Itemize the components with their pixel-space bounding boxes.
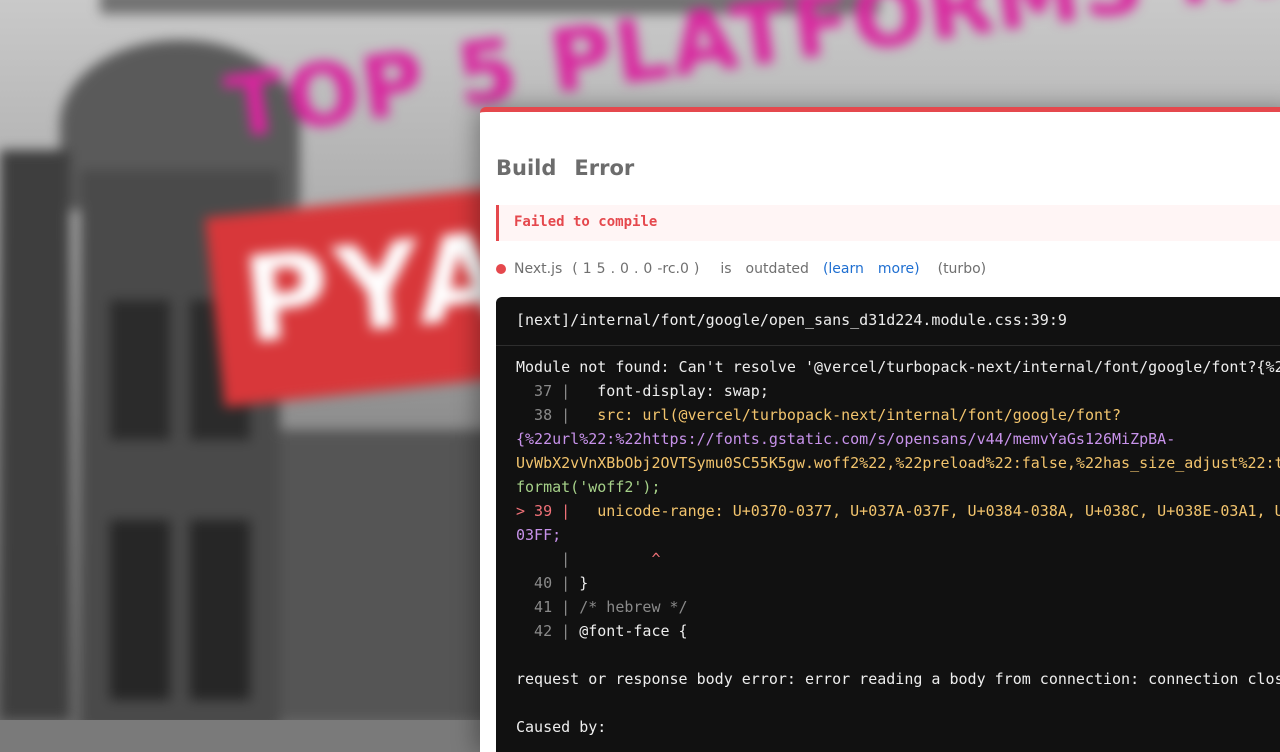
product-name: Next.js [514,261,563,277]
code-line: 38 | src: url(@vercel/turbopack-next/int… [516,406,1122,424]
error-message: Module not found: Can't resolve '@vercel… [516,358,1280,376]
version-number: (15.0.0-rc.0) [572,261,705,277]
building-window [190,520,250,700]
heading-error: Error [574,156,635,180]
building-wing [0,150,70,720]
dialog-heading: Build Error [496,156,634,180]
code-frame: Module not found: Can't resolve '@vercel… [516,355,1280,739]
building-window [110,300,170,440]
code-line: 03FF; [516,526,562,544]
building-window [110,520,170,700]
version-is: is [720,261,732,277]
version-staleness-indicator: Next.js (15.0.0-rc.0) is outdated (learn… [496,259,996,279]
divider [496,345,1280,346]
code-line: {%22url%22:%22https://fonts.gstatic.com/… [516,430,1176,448]
building-lower [280,430,500,720]
caused-by-label: Caused by: [516,718,607,736]
version-outdated: outdated [745,261,809,277]
learn-more-link[interactable]: (learn more) [823,261,920,277]
code-line: 37 | font-display: swap; [516,382,769,400]
code-line-highlighted: > 39 | unicode-range: U+0370-0377, U+037… [516,502,1280,520]
code-line: UvWbX2vVnXBbObj2OVTSymu0SC55K5gw.woff2%2… [516,454,1280,472]
error-alert: Failed to compile [496,205,1280,241]
background-banner-text: PYA [236,204,520,371]
code-pointer-line: | ^ [516,550,661,568]
code-line: 40 | } [516,574,589,592]
error-cause: request or response body error: error re… [516,670,1280,688]
source-file-link[interactable]: [next]/internal/font/google/open_sans_d3… [516,311,1067,329]
build-error-dialog: Build Error Failed to compile Next.js (1… [480,107,1280,752]
code-line: 42 | @font-face { [516,622,688,640]
alert-text: Failed to compile [514,214,658,230]
turbo-label: (turbo) [937,261,987,277]
code-line: format('woff2'); [516,478,661,496]
heading-build: Build [496,156,557,180]
code-line: 41 | /* hebrew */ [516,598,688,616]
terminal-output: [next]/internal/font/google/open_sans_d3… [496,297,1280,752]
status-dot-icon [496,264,506,274]
